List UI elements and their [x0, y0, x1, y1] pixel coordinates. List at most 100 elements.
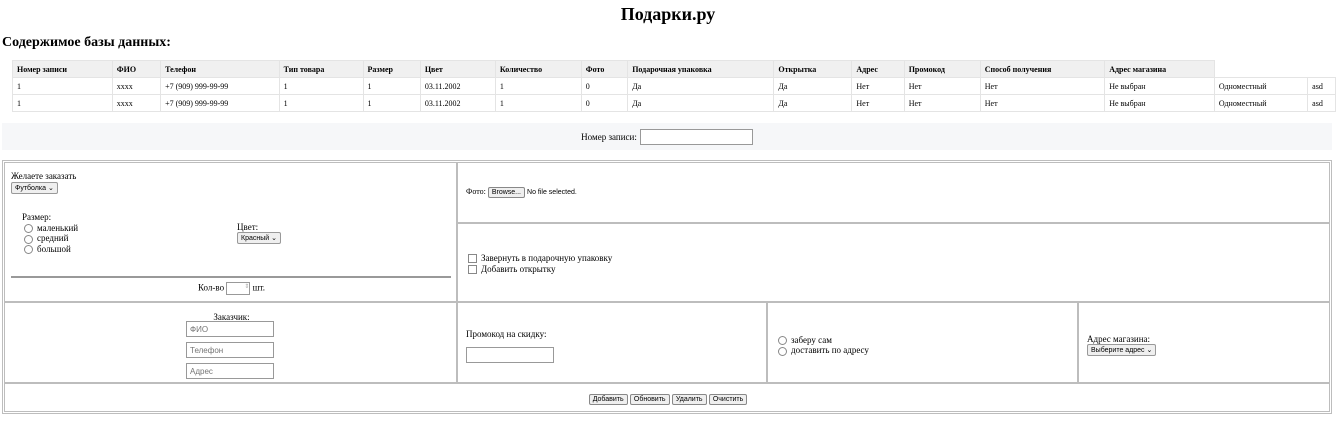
checkbox-icon[interactable]	[468, 254, 477, 264]
cell: 1	[362, 94, 421, 112]
cell: 0	[580, 77, 629, 95]
db-heading: Содержимое базы данных:	[2, 35, 171, 50]
record-number-label: Номер записи:	[581, 131, 637, 142]
delivery-option-label: заберу сам	[791, 335, 832, 345]
actions-cell: Добавить Обновить Удалить Очистить	[4, 383, 1330, 412]
cell: Нет	[903, 77, 981, 95]
col-header: Адрес	[851, 60, 905, 78]
cell: xxxx	[111, 77, 162, 95]
cell: Нет	[979, 94, 1106, 112]
chevron-down-icon: ⌄	[1146, 347, 1153, 354]
table-row: 1 xxxx +7 (909) 999-99-99 1 1 03.11.2002 1 0 Да Д…	[12, 77, 1336, 95]
cell: 1	[494, 77, 582, 95]
checkbox-icon[interactable]	[468, 265, 477, 275]
col-header: Адрес магазина	[1104, 60, 1215, 78]
quantity-stepper[interactable]: ⇕	[226, 282, 251, 295]
delete-button[interactable]: Удалить	[671, 394, 707, 405]
clear-button[interactable]: Очистить	[708, 394, 748, 405]
cell: asd	[1307, 94, 1336, 112]
col-header: Тип товара	[278, 60, 364, 78]
radio-icon[interactable]	[24, 224, 33, 234]
quantity-row: Кол-во ⇕ шт.	[5, 282, 458, 295]
col-header: Количество	[494, 60, 582, 78]
size-radio-group: маленький средний большой	[24, 223, 79, 255]
col-header: Промокод	[903, 60, 981, 78]
cell: 0	[580, 94, 629, 112]
color-label: Цвет:	[237, 222, 259, 232]
page-title: Подарки.ру	[620, 4, 716, 24]
cell: Нет	[979, 77, 1106, 95]
browse-button[interactable]: Browse...	[487, 187, 526, 198]
col-header: Подарочная упаковка	[627, 60, 775, 78]
order-label: Желаете заказать	[11, 171, 77, 181]
table-row: 1 xxxx +7 (909) 999-99-99 1 1 03.11.2002 1 0 Да Д…	[12, 94, 1336, 112]
record-number-input[interactable]	[639, 128, 753, 145]
col-header-empty	[1307, 60, 1336, 78]
size-option-large[interactable]: большой	[24, 243, 78, 255]
size-option-small[interactable]: маленький	[24, 223, 79, 234]
update-button[interactable]: Обновить	[629, 394, 670, 405]
size-option-label: маленький	[37, 223, 79, 233]
delivery-address[interactable]: доставить по адресу	[778, 345, 869, 356]
divider	[11, 276, 451, 278]
records-table: Номер записи ФИО Телефон Тип товара Разм…	[12, 60, 1336, 112]
promo-input[interactable]	[466, 347, 554, 363]
store-label: Адрес магазина:	[1087, 334, 1151, 344]
address-input[interactable]	[186, 363, 274, 379]
product-cell: Желаете заказать Футболка ⌄ Размер: мале…	[4, 162, 457, 302]
photo-label: Фото:	[466, 187, 486, 196]
cell: +7 (909) 999-99-99	[160, 94, 280, 112]
cell: 1	[362, 77, 421, 95]
radio-icon[interactable]	[24, 234, 33, 244]
gift-wrap-checkbox[interactable]: Завернуть в подарочную упаковку	[468, 253, 612, 264]
extras-cell: Завернуть в подарочную упаковку Добавить…	[457, 223, 1330, 302]
color-value: Красный	[241, 235, 270, 242]
cell: Нет	[851, 94, 905, 112]
cell: 1	[278, 77, 364, 95]
cell: 1	[494, 94, 582, 112]
store-select[interactable]: Выберите адрес ⌄	[1087, 344, 1157, 356]
radio-icon[interactable]	[778, 336, 787, 346]
cell: Нет	[851, 77, 905, 95]
product-select[interactable]: Футболка ⌄	[11, 182, 58, 194]
card-label: Добавить открытку	[481, 264, 556, 274]
col-header: Цвет	[419, 60, 496, 78]
cell: asd	[1307, 77, 1336, 95]
promo-label: Промокод на скидку:	[466, 329, 547, 339]
add-button[interactable]: Добавить	[588, 394, 628, 405]
col-header: Номер записи	[12, 60, 113, 78]
cell: +7 (909) 999-99-99	[160, 77, 280, 95]
radio-icon[interactable]	[24, 245, 33, 255]
col-header: Размер	[362, 60, 421, 78]
cell: 1	[278, 94, 364, 112]
cell: 03.11.2002	[419, 94, 496, 112]
cell: Да	[627, 94, 775, 112]
cell: xxxx	[111, 94, 162, 112]
no-file-text: No file selected.	[527, 189, 577, 196]
cell: 1	[12, 77, 113, 95]
size-option-medium[interactable]: средний	[24, 233, 78, 244]
store-cell: Адрес магазина: Выберите адрес ⌄	[1078, 302, 1330, 383]
quantity-label: Кол-во	[197, 282, 225, 293]
cell: Да	[773, 94, 853, 112]
photo-cell: Фото: Browse... No file selected.	[457, 162, 1330, 223]
name-input[interactable]	[186, 321, 274, 337]
col-header: Открытка	[773, 60, 853, 78]
cell: Одноместный	[1213, 94, 1309, 112]
radio-icon[interactable]	[778, 346, 787, 356]
chevron-down-icon: ⌄	[47, 185, 54, 192]
size-label: Размер:	[22, 212, 52, 222]
size-option-label: большой	[37, 243, 71, 254]
delivery-pickup[interactable]: заберу сам	[778, 335, 869, 346]
col-header-empty	[1214, 60, 1308, 78]
cell: Не выбран	[1104, 77, 1215, 95]
store-value: Выберите адрес	[1091, 347, 1145, 354]
customer-cell: Заказчик:	[4, 302, 457, 383]
card-checkbox[interactable]: Добавить открытку	[468, 264, 612, 275]
color-select[interactable]: Красный ⌄	[237, 232, 281, 244]
phone-input[interactable]	[186, 342, 274, 358]
gift-wrap-label: Завернуть в подарочную упаковку	[481, 253, 613, 263]
delivery-cell: заберу сам доставить по адресу	[767, 302, 1078, 383]
col-header: ФИО	[111, 60, 162, 78]
table-header-row: Номер записи ФИО Телефон Тип товара Разм…	[12, 60, 1336, 78]
